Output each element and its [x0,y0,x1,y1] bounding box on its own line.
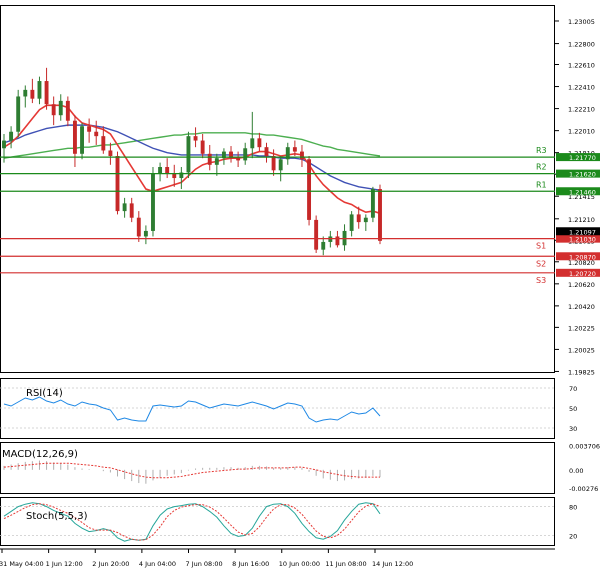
time-tick-label: 10 Jun 00:00 [279,560,320,568]
candle-bull [143,230,148,237]
level-name-r3: R3 [536,146,547,155]
candle-bear [30,89,35,99]
macd-tick-label: -0.00276 [569,485,598,493]
candle-bull [80,126,84,154]
price-tick-label: 1.22010 [568,128,595,136]
candle-bear [172,173,177,179]
level-price-label: 1.21620 [569,171,596,179]
candle-bear [101,136,106,151]
price-tick-label: 1.20225 [568,324,595,332]
time-tick-label: 31 May 04:00 [0,560,44,568]
candle-bear [51,104,56,116]
candle-bull [321,241,326,250]
candle-bear [94,131,99,137]
candle-bull [363,217,368,223]
candle-bear [129,203,134,218]
candle-bull [349,214,354,231]
candle-bull [214,158,219,165]
macd-tick-label: 0.00 [569,467,583,475]
price-panel [0,5,555,373]
chart-svg: 1.23005 1.22800 1.22610 1.22410 1.22210 1.220… [0,5,600,568]
rsi-tick-label: 30 [569,425,577,433]
candle-bull [58,100,63,116]
candle-bull [243,148,248,161]
candle-bull [122,203,127,212]
stoch-label: Stoch(5,5,3) [26,511,88,522]
rsi-tick-label: 70 [569,385,577,393]
time-tick-label: 8 Jun 16:00 [232,560,269,568]
candle-bear [44,81,49,105]
candle-bull [16,96,21,132]
candle-bear [378,189,382,241]
candle-bull [2,140,6,149]
candle-bull [23,89,28,97]
candle-bear [108,150,113,156]
candle-bear [264,147,269,156]
price-tick-label: 1.21210 [568,216,595,224]
macd-label: MACD(12,26,9) [2,449,78,460]
price-tick-label: 1.22210 [568,106,595,114]
candle-bull [370,189,375,218]
candle-bull [186,136,191,173]
price-tick-label: 1.20620 [568,281,595,289]
price-tick-label: 1.19825 [568,368,595,376]
level-name-s3: S3 [536,276,546,285]
time-tick-label: 2 Jun 20:00 [92,560,129,568]
forex-chart: 1.23005 1.22800 1.22610 1.22410 1.22210 1.220… [0,0,600,572]
candle-bear [236,158,241,161]
time-tick-label: 4 Jun 04:00 [139,560,176,568]
level-price-label: 1.20870 [569,253,596,261]
candle-bull [37,81,42,99]
macd-tick-label: 0.003706 [569,442,600,450]
candle-bear [165,167,170,174]
macd-panel [0,442,555,494]
time-tick-label: 1 Jun 12:00 [46,560,83,568]
rsi-label: RSI(14) [26,388,63,399]
candle-bear [314,219,319,250]
time-tick-label: 14 Jun 12:00 [372,560,413,568]
stoch-tick-label: 20 [569,532,577,540]
price-tick-label: 1.22610 [568,62,595,70]
candle-bear [200,140,205,154]
candle-bear [72,120,77,154]
candle-bull [158,167,163,174]
candle-bear [292,147,297,152]
level-name-r2: R2 [536,163,547,172]
candle-bull [9,131,14,141]
current-price-label: 1.21097 [569,228,596,236]
candle-bear [356,214,361,223]
candle-bear [115,155,120,212]
candle-bear [65,100,70,121]
candle-bear [87,126,92,132]
level-name-r1: R1 [536,180,547,189]
price-tick-label: 1.22800 [568,41,595,49]
level-name-s2: S2 [536,259,546,268]
candle-bull [151,173,155,231]
candle-bull [278,159,283,171]
stoch-tick-label: 80 [569,504,577,512]
price-tick-label: 1.20025 [568,346,595,354]
candle-bear [271,155,276,171]
price-tick-label: 1.23005 [568,18,595,26]
time-tick-label: 11 Jun 08:00 [325,560,366,568]
candle-bear [307,159,312,220]
candle-bull [250,138,255,149]
time-tick-label: 7 Jun 08:00 [186,560,223,568]
level-price-label: 1.20720 [569,270,596,278]
candle-bear [136,217,141,237]
candle-bear [257,138,262,148]
candle-bear [335,236,340,246]
candle-bear [193,136,198,141]
rsi-tick-label: 50 [569,405,577,413]
rsi-panel [0,378,555,439]
candle-bear [207,153,212,165]
level-price-label: 1.21770 [569,154,596,162]
level-name-s1: S1 [536,242,546,251]
price-tick-label: 1.22410 [568,84,595,92]
price-tick-label: 1.20420 [568,303,595,311]
level-price-label: 1.21030 [569,236,596,244]
candle-bear [300,151,304,160]
level-price-label: 1.21460 [569,188,596,196]
